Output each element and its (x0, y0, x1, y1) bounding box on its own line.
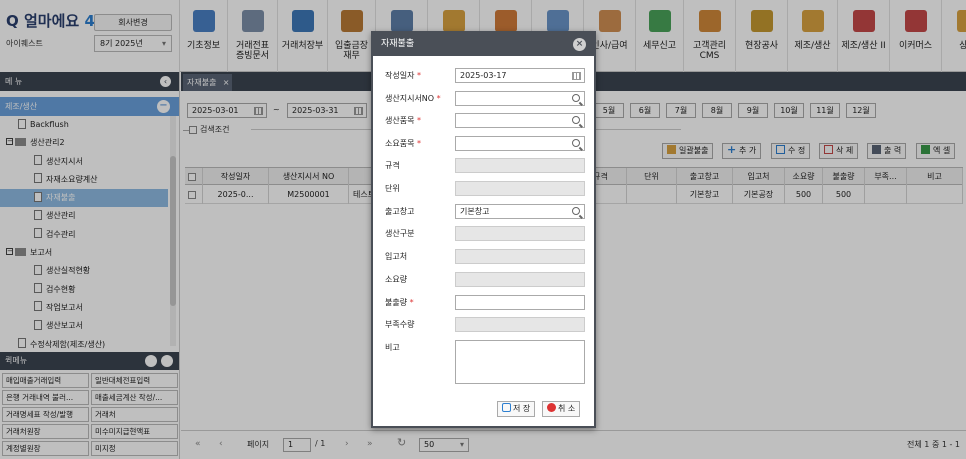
save-icon (502, 403, 511, 412)
field-label-text: 생산지시서NO (385, 94, 435, 103)
cancel-button[interactable]: 취 소 (542, 401, 581, 417)
field-input[interactable] (455, 113, 585, 128)
close-icon[interactable]: × (573, 38, 586, 51)
search-icon[interactable] (572, 139, 580, 147)
form-row: 비고 (385, 340, 585, 384)
required-marker: * (407, 298, 414, 307)
form-row: 단위 (385, 181, 585, 196)
dialog-header: 자재불출 × (373, 33, 594, 56)
field-label: 소요량 (385, 272, 407, 287)
search-icon[interactable] (572, 207, 580, 215)
field-label-text: 입고처 (385, 252, 408, 261)
form-row: 부족수량 (385, 317, 585, 332)
calendar-icon[interactable] (572, 72, 581, 80)
field-input[interactable] (455, 91, 585, 106)
required-marker: * (434, 94, 441, 103)
memo-textarea[interactable] (455, 340, 585, 384)
field-label-text: 생산구분 (385, 229, 415, 238)
field-label-text: 비고 (385, 343, 400, 352)
form-row: 생산지시서NO * (385, 91, 585, 106)
field-label-text: 부족수량 (385, 320, 415, 329)
field-label-text: 규격 (385, 161, 400, 170)
form-row: 출고창고 기본창고 (385, 204, 585, 219)
field-label: 단위 (385, 181, 400, 196)
dialog-title: 자재불출 (381, 39, 415, 49)
cancel-icon (547, 403, 556, 412)
cancel-label: 취 소 (558, 404, 576, 413)
field-label: 부족수량 (385, 317, 414, 332)
save-button[interactable]: 저 장 (497, 401, 536, 417)
field-input (455, 226, 585, 241)
field-input[interactable] (455, 136, 585, 151)
field-label: 비고 (385, 340, 400, 355)
field-value: 2025-03-17 (460, 71, 507, 80)
field-input[interactable]: 기본창고 (455, 204, 585, 219)
form-row: 소요량 (385, 272, 585, 287)
field-label-text: 소요량 (385, 275, 408, 284)
form-row: 입고처 (385, 249, 585, 264)
field-label-text: 출고창고 (385, 207, 415, 216)
field-value: 기본창고 (460, 207, 490, 216)
field-label-text: 작성일자 (385, 71, 415, 80)
field-label-text: 불출량 (385, 298, 408, 307)
field-label: 생산지시서NO * (385, 91, 441, 106)
field-label-text: 생산품목 (385, 116, 415, 125)
field-input (455, 317, 585, 332)
required-marker: * (414, 139, 421, 148)
field-label-text: 소요품목 (385, 139, 415, 148)
field-input[interactable] (455, 295, 585, 310)
field-input (455, 272, 585, 287)
field-label: 입고처 (385, 249, 407, 264)
form-row: 생산구분 (385, 226, 585, 241)
required-marker: * (414, 116, 421, 125)
field-label: 생산구분 (385, 226, 414, 241)
field-input[interactable]: 2025-03-17 (455, 68, 585, 83)
field-label: 규격 (385, 158, 400, 173)
search-icon[interactable] (572, 94, 580, 102)
material-issue-dialog: 자재불출 × 작성일자 * 2025-03-17 생산지시서NO * 생산품목 * 소요… (371, 31, 596, 428)
required-marker: * (414, 71, 421, 80)
field-label: 불출량 * (385, 295, 414, 310)
field-label: 생산품목 * (385, 113, 421, 128)
form-row: 규격 (385, 158, 585, 173)
search-icon[interactable] (572, 116, 580, 124)
field-label: 소요품목 * (385, 136, 421, 151)
save-label: 저 장 (513, 404, 531, 413)
field-input (455, 181, 585, 196)
form-row: 작성일자 * 2025-03-17 (385, 68, 585, 83)
field-label: 출고창고 (385, 204, 414, 219)
field-input (455, 249, 585, 264)
form-row: 소요품목 * (385, 136, 585, 151)
field-input (455, 158, 585, 173)
form-row: 생산품목 * (385, 113, 585, 128)
field-label-text: 단위 (385, 184, 400, 193)
form-row: 불출량 * (385, 295, 585, 310)
field-label: 작성일자 * (385, 68, 421, 83)
